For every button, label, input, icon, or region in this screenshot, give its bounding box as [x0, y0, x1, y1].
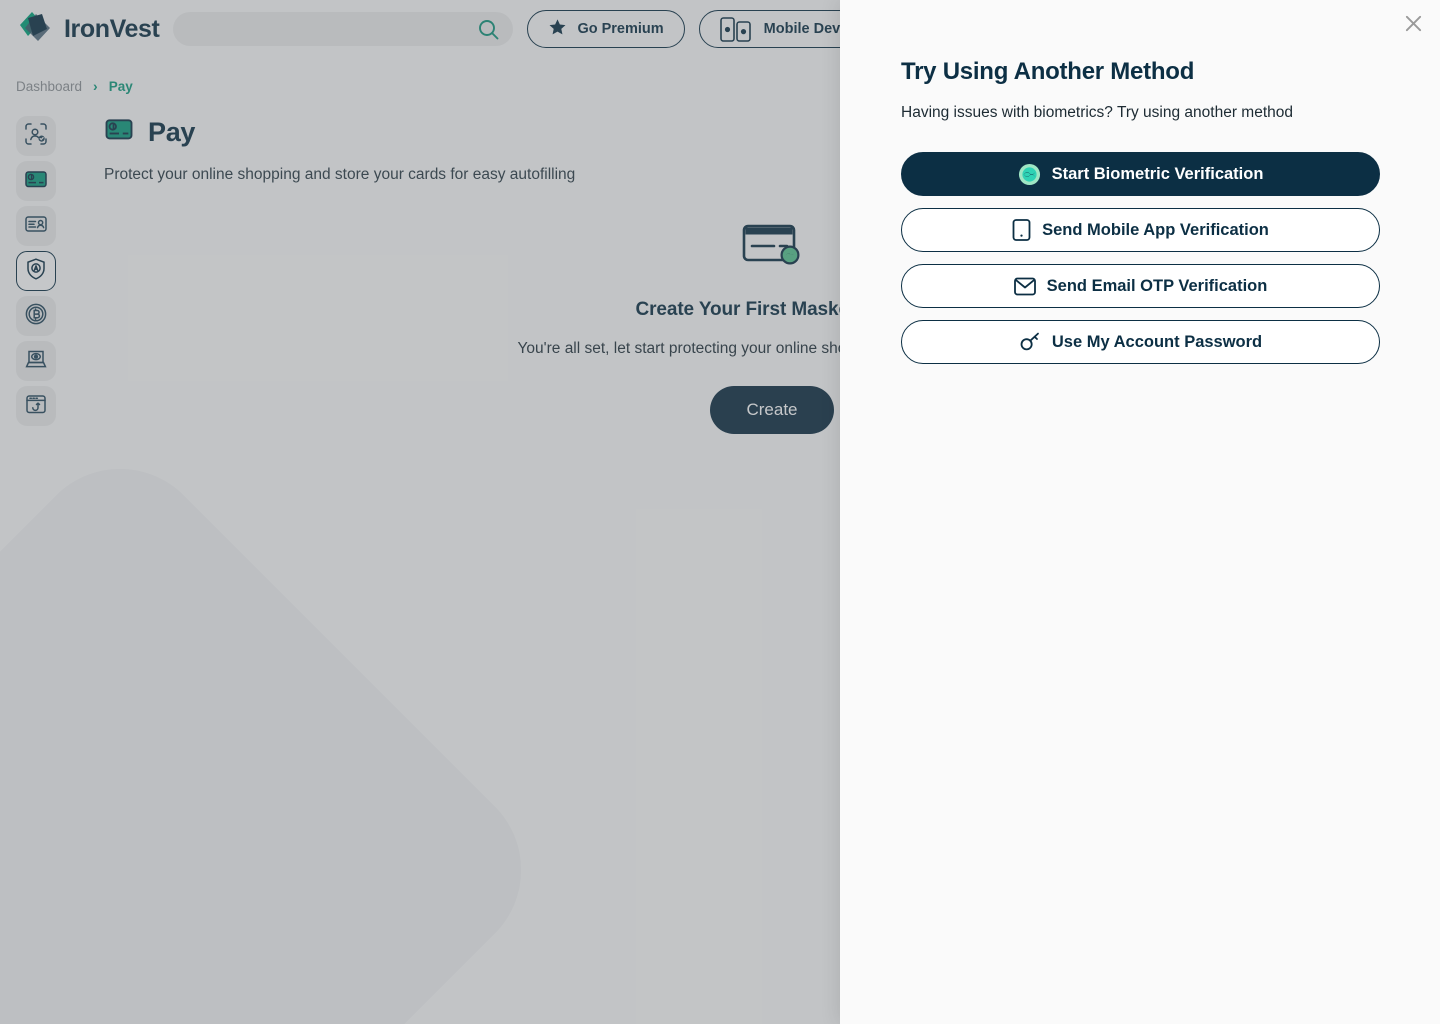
verification-method-list: Start Biometric Verification Send Mobile…: [901, 152, 1380, 364]
biometric-logo-icon: [1018, 163, 1041, 186]
start-biometric-verification-button[interactable]: Start Biometric Verification: [901, 152, 1380, 196]
send-email-otp-verification-label: Send Email OTP Verification: [1046, 276, 1268, 295]
send-mobile-app-verification-label: Send Mobile App Verification: [1042, 220, 1269, 239]
another-method-panel: Try Using Another Method Having issues w…: [840, 0, 1440, 1024]
key-icon: [1019, 332, 1041, 352]
use-account-password-button[interactable]: Use My Account Password: [901, 320, 1380, 364]
send-email-otp-verification-button[interactable]: Send Email OTP Verification: [901, 264, 1380, 308]
close-icon: [1404, 14, 1423, 36]
mobile-phone-icon: [1012, 219, 1031, 241]
envelope-icon: [1013, 277, 1036, 296]
send-mobile-app-verification-button[interactable]: Send Mobile App Verification: [901, 208, 1380, 252]
start-biometric-verification-label: Start Biometric Verification: [1051, 164, 1264, 183]
close-button[interactable]: [1396, 8, 1430, 42]
use-account-password-label: Use My Account Password: [1051, 332, 1263, 351]
panel-title: Try Using Another Method: [901, 58, 1195, 85]
panel-description: Having issues with biometrics? Try using…: [901, 104, 1293, 121]
